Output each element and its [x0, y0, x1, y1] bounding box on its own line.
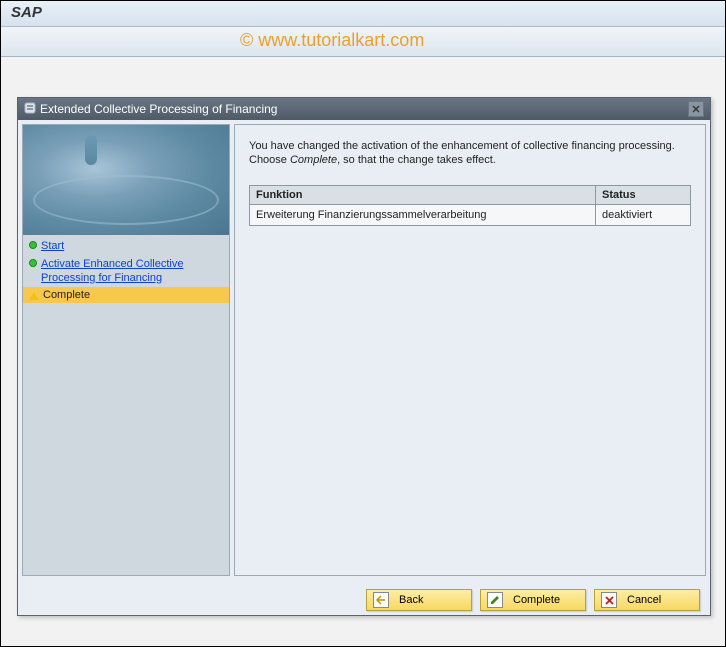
- wizard-step-start[interactable]: Start: [23, 237, 229, 255]
- status-table: Funktion Status Erweiterung Finanzierung…: [249, 185, 691, 226]
- status-done-icon: [29, 241, 37, 249]
- instruction-action: Complete: [290, 154, 337, 166]
- close-icon[interactable]: [688, 101, 704, 117]
- table-row: Erweiterung Finanzierungssammelverarbeit…: [250, 205, 691, 226]
- dialog-app-icon: [24, 102, 36, 117]
- dialog-body: Start Activate Enhanced Collective Proce…: [18, 120, 710, 580]
- cancel-button-label: Cancel: [627, 594, 661, 606]
- dialog-footer: Back Complete Cancel: [366, 589, 700, 611]
- back-icon: [373, 592, 389, 608]
- table-cell-funktion: Erweiterung Finanzierungssammelverarbeit…: [250, 205, 596, 226]
- wizard-sidebar: Start Activate Enhanced Collective Proce…: [22, 124, 230, 576]
- instruction-suffix: , so that the change takes effect.: [337, 154, 496, 166]
- top-toolbar: [1, 27, 725, 57]
- cancel-button[interactable]: Cancel: [594, 589, 700, 611]
- wizard-step-label: Complete: [43, 289, 90, 301]
- app-title: SAP: [1, 1, 725, 27]
- instruction-text: You have changed the activation of the e…: [249, 139, 691, 167]
- table-cell-status: deaktiviert: [596, 205, 691, 226]
- dialog: Extended Collective Processing of Financ…: [17, 97, 711, 616]
- cancel-icon: [601, 592, 617, 608]
- pencil-icon: [487, 592, 503, 608]
- wizard-step-activate[interactable]: Activate Enhanced Collective Processing …: [23, 255, 229, 287]
- main-area: Extended Collective Processing of Financ…: [1, 57, 725, 646]
- table-header-row: Funktion Status: [250, 186, 691, 205]
- wizard-step-label: Activate Enhanced Collective Processing …: [41, 257, 223, 285]
- status-current-icon: [29, 292, 39, 300]
- dialog-title-text: Extended Collective Processing of Financ…: [40, 102, 277, 116]
- complete-button-label: Complete: [513, 594, 560, 606]
- status-done-icon: [29, 259, 37, 267]
- table-header-funktion: Funktion: [250, 186, 596, 205]
- table-header-status: Status: [596, 186, 691, 205]
- back-button-label: Back: [399, 594, 423, 606]
- dialog-titlebar: Extended Collective Processing of Financ…: [18, 98, 710, 120]
- back-button[interactable]: Back: [366, 589, 472, 611]
- wizard-step-list: Start Activate Enhanced Collective Proce…: [23, 235, 229, 575]
- complete-button[interactable]: Complete: [480, 589, 586, 611]
- sidebar-image: [23, 125, 229, 235]
- wizard-step-complete: Complete: [23, 287, 229, 303]
- wizard-step-label: Start: [41, 239, 64, 253]
- wizard-content: You have changed the activation of the e…: [234, 124, 706, 576]
